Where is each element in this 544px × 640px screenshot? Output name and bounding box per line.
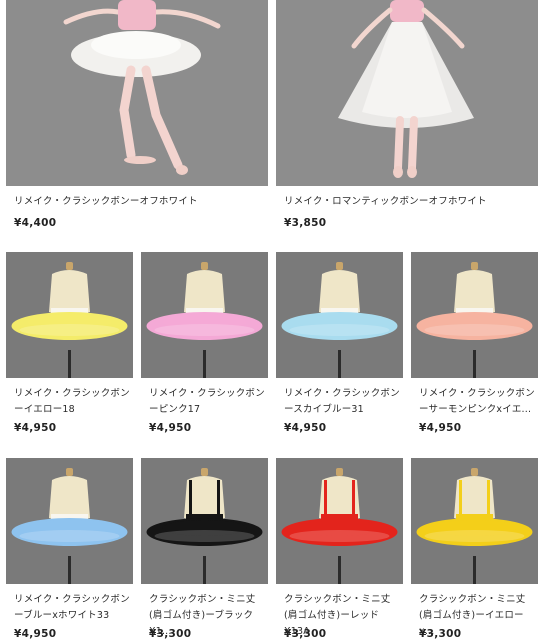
product-price: ¥4,950: [14, 422, 57, 434]
product-image[interactable]: [141, 458, 268, 584]
product-price: ¥3,300: [149, 628, 192, 640]
product-image[interactable]: [141, 252, 268, 378]
product-card[interactable]: リメイク・クラシックボンーイエロー18 ¥4,950: [6, 252, 133, 434]
product-price: ¥4,950: [284, 422, 327, 434]
product-price: ¥4,950: [14, 628, 57, 640]
product-card[interactable]: リメイク・クラシックボンーブルーxホワイト33 ¥4,950: [6, 458, 133, 640]
product-title[interactable]: リメイク・クラシックボンーオフホワイト: [14, 194, 198, 210]
product-card[interactable]: クラシックボン・ミニ丈(肩ゴム付き)ーイエローx... ¥3,300: [411, 458, 538, 640]
product-card[interactable]: リメイク・クラシックボンースカイブルー31 ¥4,950: [276, 252, 403, 434]
product-price: ¥3,300: [284, 628, 327, 640]
product-image[interactable]: [6, 458, 133, 584]
product-card[interactable]: リメイク・ロマンティックボンーオフホワイト ¥3,850: [276, 0, 538, 240]
product-title[interactable]: リメイク・クラシックボンーブルーxホワイト33: [14, 592, 131, 624]
product-card[interactable]: リメイク・クラシックボンーピンク17 ¥4,950: [141, 252, 268, 434]
product-price: ¥4,950: [149, 422, 192, 434]
product-title[interactable]: リメイク・ロマンティックボンーオフホワイト: [284, 194, 487, 210]
product-card[interactable]: クラシックボン・ミニ丈(肩ゴム付き)ーレッドX13A ¥3,300: [276, 458, 403, 640]
product-image[interactable]: [276, 252, 403, 378]
product-image[interactable]: [276, 0, 538, 186]
product-title[interactable]: リメイク・クラシックボンーイエロー18: [14, 386, 131, 418]
product-price: ¥3,850: [284, 217, 327, 229]
product-image[interactable]: [276, 458, 403, 584]
product-title[interactable]: リメイク・クラシックボンーサーモンピンクxイエ...: [419, 386, 536, 418]
product-price: ¥3,300: [419, 628, 462, 640]
product-title[interactable]: リメイク・クラシックボンースカイブルー31: [284, 386, 401, 418]
product-card[interactable]: クラシックボン・ミニ丈(肩ゴム付き)ーブラックX1... ¥3,300: [141, 458, 268, 640]
product-image[interactable]: [6, 0, 268, 186]
product-image[interactable]: [411, 458, 538, 584]
product-image[interactable]: [6, 252, 133, 378]
product-image[interactable]: [411, 252, 538, 378]
product-price: ¥4,950: [419, 422, 462, 434]
product-card[interactable]: リメイク・クラシックボンーサーモンピンクxイエ... ¥4,950: [411, 252, 538, 434]
product-card[interactable]: リメイク・クラシックボンーオフホワイト ¥4,400: [6, 0, 268, 240]
product-title[interactable]: リメイク・クラシックボンーピンク17: [149, 386, 266, 418]
product-price: ¥4,400: [14, 217, 57, 229]
